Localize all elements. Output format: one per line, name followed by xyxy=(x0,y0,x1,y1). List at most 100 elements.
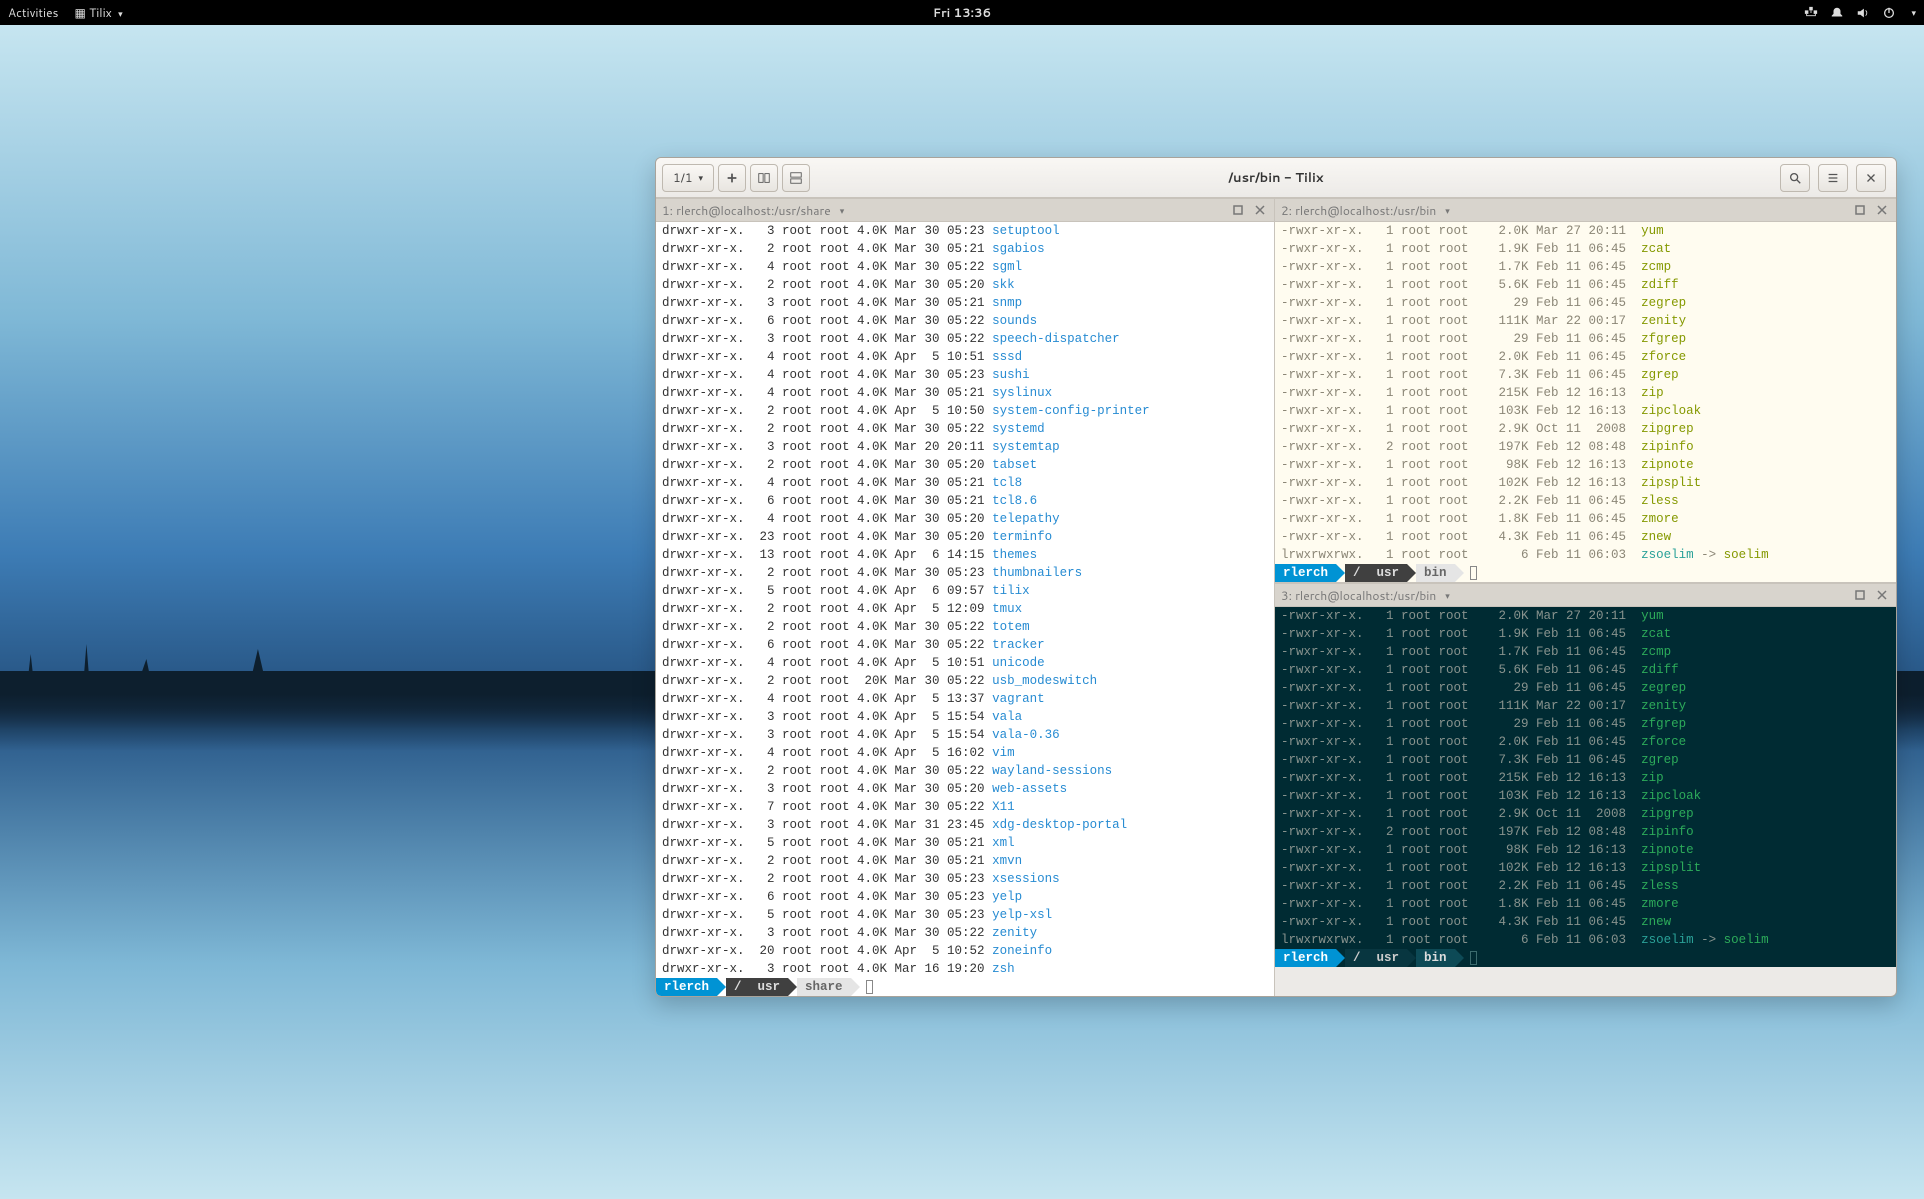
split-down-button[interactable] xyxy=(782,164,810,192)
ls-row: drwxr-xr-x. 2 root root 4.0K Apr 5 12:09… xyxy=(656,600,1274,618)
close-pane-icon[interactable] xyxy=(1874,587,1890,603)
ls-row: drwxr-xr-x. 4 root root 4.0K Apr 5 10:51… xyxy=(656,654,1274,672)
ls-row: -rwxr-xr-x. 1 root root 2.0K Mar 27 20:1… xyxy=(1275,222,1896,240)
ls-row: lrwxrwxrwx. 1 root root 6 Feb 11 06:03 z… xyxy=(1275,931,1896,949)
ls-row: drwxr-xr-x. 4 root root 4.0K Mar 30 05:2… xyxy=(656,366,1274,384)
ls-row: drwxr-xr-x. 6 root root 4.0K Mar 30 05:2… xyxy=(656,492,1274,510)
ls-row: -rwxr-xr-x. 1 root root 2.0K Feb 11 06:4… xyxy=(1275,733,1896,751)
ls-row: -rwxr-xr-x. 1 root root 7.3K Feb 11 06:4… xyxy=(1275,366,1896,384)
ls-row: -rwxr-xr-x. 1 root root 2.0K Feb 11 06:4… xyxy=(1275,348,1896,366)
ls-row: -rwxr-xr-x. 1 root root 1.7K Feb 11 06:4… xyxy=(1275,258,1896,276)
ls-row: -rwxr-xr-x. 1 root root 5.6K Feb 11 06:4… xyxy=(1275,661,1896,679)
ls-row: -rwxr-xr-x. 1 root root 2.0K Mar 27 20:1… xyxy=(1275,607,1896,625)
ls-row: drwxr-xr-x. 3 root root 4.0K Mar 30 05:2… xyxy=(656,924,1274,942)
close-pane-icon[interactable] xyxy=(1252,202,1268,218)
hamburger-menu-button[interactable] xyxy=(1818,164,1848,192)
window-title: /usr/bin - Tilix xyxy=(1228,169,1323,187)
terminal-pane-2[interactable]: -rwxr-xr-x. 1 root root 2.0K Mar 27 20:1… xyxy=(1275,222,1896,582)
ls-row: -rwxr-xr-x. 2 root root 197K Feb 12 08:4… xyxy=(1275,438,1896,456)
ls-row: -rwxr-xr-x. 1 root root 1.8K Feb 11 06:4… xyxy=(1275,895,1896,913)
chevron-down-icon[interactable]: ▾ xyxy=(1911,6,1916,19)
maximize-pane-icon[interactable] xyxy=(1852,587,1868,603)
terminal-pane-3[interactable]: -rwxr-xr-x. 1 root root 2.0K Mar 27 20:1… xyxy=(1275,607,1896,967)
pane2-title: 2: rlerch@localhost:/usr/bin xyxy=(1281,202,1436,219)
ls-row: drwxr-xr-x. 3 root root 4.0K Mar 30 05:2… xyxy=(656,330,1274,348)
ls-row: -rwxr-xr-x. 1 root root 2.9K Oct 11 2008… xyxy=(1275,805,1896,823)
ls-row: drwxr-xr-x. 4 root root 4.0K Mar 30 05:2… xyxy=(656,510,1274,528)
titlebar[interactable]: 1/1 ▾ /usr/bin - Tilix xyxy=(656,158,1896,198)
ls-row: drwxr-xr-x. 2 root root 4.0K Mar 30 05:2… xyxy=(656,564,1274,582)
ls-row: drwxr-xr-x. 4 root root 4.0K Mar 30 05:2… xyxy=(656,384,1274,402)
pane3-title: 3: rlerch@localhost:/usr/bin xyxy=(1281,587,1436,604)
volume-icon[interactable] xyxy=(1856,6,1870,20)
ls-row: drwxr-xr-x. 2 root root 20K Mar 30 05:22… xyxy=(656,672,1274,690)
shell-prompt[interactable]: rlerch/usrshare xyxy=(656,978,1274,996)
ls-row: drwxr-xr-x. 3 root root 4.0K Mar 30 05:2… xyxy=(656,294,1274,312)
ls-row: -rwxr-xr-x. 1 root root 215K Feb 12 16:1… xyxy=(1275,769,1896,787)
new-session-button[interactable] xyxy=(718,164,746,192)
ls-row: drwxr-xr-x. 2 root root 4.0K Mar 30 05:2… xyxy=(656,852,1274,870)
ls-row: -rwxr-xr-x. 1 root root 29 Feb 11 06:45 … xyxy=(1275,679,1896,697)
ls-row: -rwxr-xr-x. 1 root root 1.9K Feb 11 06:4… xyxy=(1275,240,1896,258)
ls-row: -rwxr-xr-x. 2 root root 197K Feb 12 08:4… xyxy=(1275,823,1896,841)
ls-row: -rwxr-xr-x. 1 root root 215K Feb 12 16:1… xyxy=(1275,384,1896,402)
chevron-down-icon: ▾ xyxy=(118,7,123,20)
ls-row: drwxr-xr-x. 13 root root 4.0K Apr 6 14:1… xyxy=(656,546,1274,564)
ls-row: drwxr-xr-x. 2 root root 4.0K Mar 30 05:2… xyxy=(656,870,1274,888)
maximize-pane-icon[interactable] xyxy=(1852,202,1868,218)
ls-row: -rwxr-xr-x. 1 root root 1.9K Feb 11 06:4… xyxy=(1275,625,1896,643)
maximize-pane-icon[interactable] xyxy=(1230,202,1246,218)
ls-row: drwxr-xr-x. 6 root root 4.0K Mar 30 05:2… xyxy=(656,636,1274,654)
search-button[interactable] xyxy=(1780,164,1810,192)
ls-row: drwxr-xr-x. 3 root root 4.0K Mar 30 05:2… xyxy=(656,780,1274,798)
network-icon[interactable] xyxy=(1804,6,1818,20)
ls-row: -rwxr-xr-x. 1 root root 98K Feb 12 16:13… xyxy=(1275,841,1896,859)
terminal-pane-1[interactable]: drwxr-xr-x. 3 root root 4.0K Mar 30 05:2… xyxy=(656,222,1274,996)
ls-row: -rwxr-xr-x. 1 root root 1.7K Feb 11 06:4… xyxy=(1275,643,1896,661)
shell-prompt[interactable]: rlerch/usrbin xyxy=(1275,949,1896,967)
app-menu[interactable]: ▦ Tilix ▾ xyxy=(75,4,123,21)
close-pane-icon[interactable] xyxy=(1874,202,1890,218)
ls-row: drwxr-xr-x. 4 root root 4.0K Apr 5 16:02… xyxy=(656,744,1274,762)
notifications-icon[interactable] xyxy=(1830,6,1844,20)
ls-row: -rwxr-xr-x. 1 root root 7.3K Feb 11 06:4… xyxy=(1275,751,1896,769)
chevron-down-icon: ▾ xyxy=(840,204,845,217)
ls-row: drwxr-xr-x. 3 root root 4.0K Mar 31 23:4… xyxy=(656,816,1274,834)
gnome-topbar: Activities ▦ Tilix ▾ Fri 13:36 ▾ xyxy=(0,0,1924,25)
activities-button[interactable]: Activities xyxy=(8,4,59,21)
pane1-header[interactable]: 1: rlerch@localhost:/usr/share ▾ xyxy=(656,198,1274,222)
ls-row: drwxr-xr-x. 6 root root 4.0K Mar 30 05:2… xyxy=(656,888,1274,906)
chevron-down-icon: ▾ xyxy=(1445,204,1450,217)
ls-row: drwxr-xr-x. 5 root root 4.0K Apr 6 09:57… xyxy=(656,582,1274,600)
ls-row: drwxr-xr-x. 3 root root 4.0K Apr 5 15:54… xyxy=(656,726,1274,744)
ls-row: drwxr-xr-x. 3 root root 4.0K Apr 5 15:54… xyxy=(656,708,1274,726)
ls-row: -rwxr-xr-x. 1 root root 102K Feb 12 16:1… xyxy=(1275,859,1896,877)
split-right-button[interactable] xyxy=(750,164,778,192)
ls-row: drwxr-xr-x. 5 root root 4.0K Mar 30 05:2… xyxy=(656,906,1274,924)
ls-row: -rwxr-xr-x. 1 root root 2.2K Feb 11 06:4… xyxy=(1275,492,1896,510)
ls-row: -rwxr-xr-x. 1 root root 29 Feb 11 06:45 … xyxy=(1275,294,1896,312)
ls-row: drwxr-xr-x. 2 root root 4.0K Mar 30 05:2… xyxy=(656,276,1274,294)
ls-row: drwxr-xr-x. 3 root root 4.0K Mar 20 20:1… xyxy=(656,438,1274,456)
chevron-down-icon: ▾ xyxy=(1445,589,1450,602)
ls-row: -rwxr-xr-x. 1 root root 5.6K Feb 11 06:4… xyxy=(1275,276,1896,294)
session-switcher[interactable]: 1/1 ▾ xyxy=(662,164,714,192)
clock[interactable]: Fri 13:36 xyxy=(933,4,991,21)
ls-row: drwxr-xr-x. 6 root root 4.0K Mar 30 05:2… xyxy=(656,312,1274,330)
ls-row: drwxr-xr-x. 2 root root 4.0K Mar 30 05:2… xyxy=(656,618,1274,636)
power-icon[interactable] xyxy=(1882,6,1896,20)
ls-row: -rwxr-xr-x. 1 root root 111K Mar 22 00:1… xyxy=(1275,697,1896,715)
ls-row: drwxr-xr-x. 4 root root 4.0K Apr 5 10:51… xyxy=(656,348,1274,366)
pane2-header[interactable]: 2: rlerch@localhost:/usr/bin ▾ xyxy=(1275,198,1896,222)
ls-row: drwxr-xr-x. 2 root root 4.0K Mar 30 05:2… xyxy=(656,456,1274,474)
shell-prompt[interactable]: rlerch/usrbin xyxy=(1275,564,1896,582)
ls-row: -rwxr-xr-x. 1 root root 98K Feb 12 16:13… xyxy=(1275,456,1896,474)
ls-row: -rwxr-xr-x. 1 root root 4.3K Feb 11 06:4… xyxy=(1275,913,1896,931)
ls-row: -rwxr-xr-x. 1 root root 111K Mar 22 00:1… xyxy=(1275,312,1896,330)
pane3-header[interactable]: 3: rlerch@localhost:/usr/bin ▾ xyxy=(1275,583,1896,607)
ls-row: drwxr-xr-x. 2 root root 4.0K Apr 5 10:50… xyxy=(656,402,1274,420)
ls-row: -rwxr-xr-x. 1 root root 2.9K Oct 11 2008… xyxy=(1275,420,1896,438)
ls-row: drwxr-xr-x. 4 root root 4.0K Apr 5 13:37… xyxy=(656,690,1274,708)
close-window-button[interactable] xyxy=(1856,164,1886,192)
pane1-title: 1: rlerch@localhost:/usr/share xyxy=(662,202,831,219)
